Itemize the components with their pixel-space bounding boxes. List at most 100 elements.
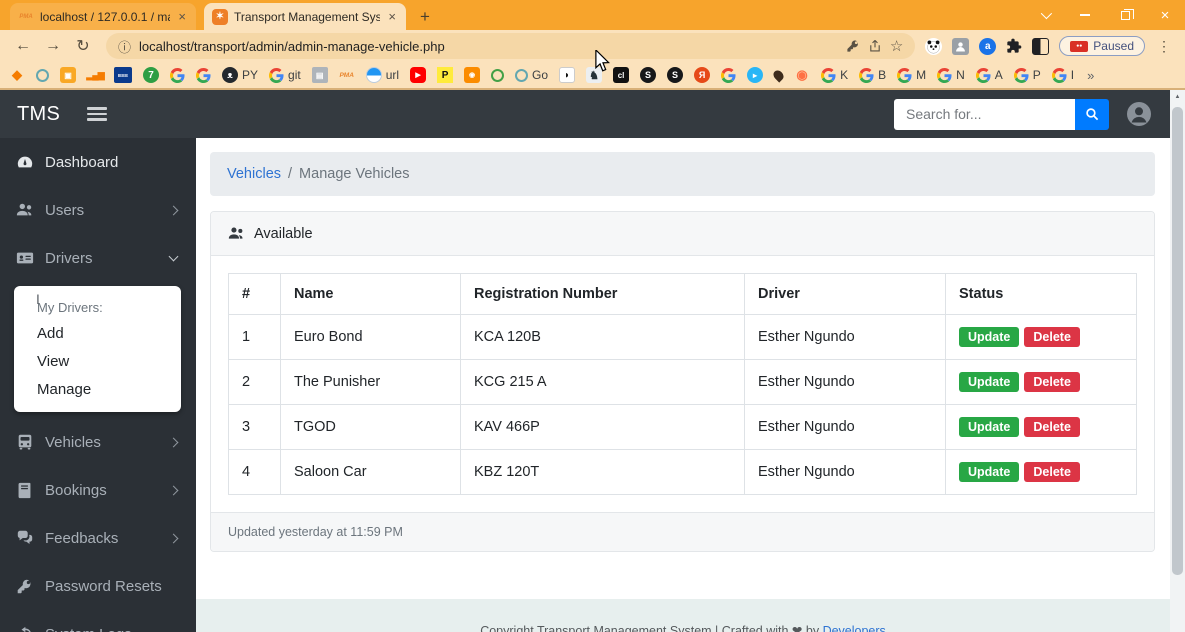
bookmark-star-icon[interactable]: ☆ <box>890 37 903 55</box>
sidebar-item-label: Dashboard <box>45 154 181 171</box>
sidebar-item-vehicles[interactable]: Vehicles <box>0 418 196 466</box>
submenu-item-add[interactable]: Add <box>14 319 181 347</box>
bookmark-bird[interactable]: ◗ <box>559 67 575 83</box>
bookmark-github-py[interactable]: ᴥPY <box>222 67 258 83</box>
bookmark-telegram[interactable]: ▸ <box>747 67 763 83</box>
bookmark-phpmyadmin[interactable]: PMA <box>339 67 355 83</box>
window-close-button[interactable]: × <box>1145 0 1185 30</box>
bookmark-camera[interactable]: ▣ <box>60 67 76 83</box>
sidebar-item-feedbacks[interactable]: Feedbacks <box>0 514 196 562</box>
user-profile-icon[interactable] <box>1126 101 1152 127</box>
sidebar-item-bookings[interactable]: Bookings <box>0 466 196 514</box>
bookmarks-overflow-icon[interactable]: » <box>1087 68 1094 83</box>
google-icon <box>821 68 836 83</box>
bookmark-green-ring[interactable] <box>491 69 504 82</box>
bookmark-google-m[interactable]: M <box>897 68 926 83</box>
cell-num: 3 <box>229 405 281 450</box>
paused-extension-pill[interactable]: ●● Paused <box>1059 36 1145 56</box>
bookmark-yandex[interactable]: Я <box>694 67 710 83</box>
tab-close-icon[interactable]: × <box>386 9 398 24</box>
window-menu-chevron-icon[interactable] <box>1025 0 1065 30</box>
page-scrollbar[interactable]: ▲ <box>1170 90 1185 632</box>
bookmark-diamond[interactable]: ◆ <box>9 67 25 83</box>
panda-extension-icon[interactable] <box>925 38 942 55</box>
a-extension-icon[interactable]: a <box>979 38 996 55</box>
key-icon[interactable] <box>846 39 860 53</box>
bookmark-google-b[interactable]: B <box>859 68 886 83</box>
submenu-item-view[interactable]: View <box>14 347 181 375</box>
update-button[interactable]: Update <box>959 462 1019 482</box>
bookmark-google-3[interactable] <box>721 68 736 83</box>
google-icon <box>937 68 952 83</box>
scrollbar-thumb[interactable] <box>1172 107 1183 575</box>
bookmark-s-1[interactable]: S <box>640 67 656 83</box>
sidebar-item-system-logs[interactable]: System Logs <box>0 610 196 632</box>
back-icon[interactable]: ← <box>10 37 36 55</box>
phpmyadmin-icon: PMA <box>339 67 355 83</box>
bookmark-ieee[interactable]: IEEE <box>114 67 132 83</box>
bookmark-p[interactable]: P <box>437 67 453 83</box>
address-bar[interactable]: ⓘ localhost/transport/admin/admin-manage… <box>106 33 915 59</box>
update-button[interactable]: Update <box>959 372 1019 392</box>
bookmark-video[interactable]: ◉ <box>464 67 480 83</box>
google-icon <box>721 68 736 83</box>
bookmark-seven[interactable]: 7 <box>143 67 159 83</box>
bookmark-go[interactable]: Go <box>515 68 548 82</box>
share-icon[interactable] <box>868 39 882 53</box>
sidebar-item-dashboard[interactable]: Dashboard <box>0 138 196 186</box>
sidebar-item-users[interactable]: Users <box>0 186 196 234</box>
bookmark-cloud-url[interactable]: url <box>366 67 399 83</box>
bookmark-google-k[interactable]: K <box>821 68 848 83</box>
update-button[interactable]: Update <box>959 327 1019 347</box>
bookmark-flame[interactable] <box>774 70 783 81</box>
bookmark-google-git[interactable]: git <box>269 68 301 83</box>
bookmark-google-a[interactable]: A <box>976 68 1003 83</box>
window-minimize-button[interactable] <box>1065 0 1105 30</box>
sidebar-item-password-resets[interactable]: Password Resets <box>0 562 196 610</box>
delete-button[interactable]: Delete <box>1024 417 1080 437</box>
bookmark-cl[interactable]: cl <box>613 67 629 83</box>
browser-menu-kebab-icon[interactable]: ⋮ <box>1157 38 1171 55</box>
tab-transport-management[interactable]: ✶ Transport Management System - × <box>204 3 406 30</box>
reload-icon[interactable]: ↻ <box>70 36 96 56</box>
sidebar-item-label: Vehicles <box>45 434 159 451</box>
bookmark-google-i[interactable]: I <box>1052 68 1074 83</box>
app-brand[interactable]: TMS <box>17 103 60 126</box>
delete-button[interactable]: Delete <box>1024 372 1080 392</box>
bookmark-youtube[interactable]: ▶ <box>410 67 426 83</box>
scrollbar-up-arrow-icon[interactable]: ▲ <box>1170 90 1185 105</box>
available-vehicles-card: Available # Name Registration Number Dri… <box>210 211 1155 552</box>
tab-close-icon[interactable]: × <box>176 9 188 24</box>
search-input[interactable] <box>894 99 1075 130</box>
bookmark-eye[interactable]: ◉ <box>794 67 810 83</box>
update-button[interactable]: Update <box>959 417 1019 437</box>
bookmark-google-1[interactable] <box>170 68 185 83</box>
bookmark-google-n[interactable]: N <box>937 68 965 83</box>
vehicles-table: # Name Registration Number Driver Status… <box>228 273 1137 495</box>
new-tab-button[interactable]: + <box>420 7 430 30</box>
sidebar-item-drivers[interactable]: Drivers <box>0 234 196 282</box>
bookmark-google-p[interactable]: P <box>1014 68 1041 83</box>
developers-link[interactable]: Developers <box>823 624 886 632</box>
delete-button[interactable]: Delete <box>1024 462 1080 482</box>
dark-reader-extension-icon[interactable] <box>1032 38 1049 55</box>
bookmark-s-2[interactable]: S <box>667 67 683 83</box>
extensions-puzzle-icon[interactable] <box>1006 38 1022 54</box>
breadcrumb-link-vehicles[interactable]: Vehicles <box>227 166 281 182</box>
sidebar-toggle-icon[interactable] <box>87 107 107 121</box>
tab-phpmyadmin[interactable]: PMA localhost / 127.0.0.1 / martdevelo × <box>10 3 196 30</box>
bookmark-teal-ring[interactable] <box>36 69 49 82</box>
site-info-icon[interactable]: ⓘ <box>118 37 131 56</box>
search-button[interactable] <box>1075 99 1109 130</box>
forward-icon[interactable]: → <box>40 37 66 55</box>
bookmark-analytics[interactable]: ▂▄▆ <box>87 67 103 83</box>
person-extension-icon[interactable] <box>952 38 969 55</box>
bookmark-printer[interactable]: ▤ <box>312 67 328 83</box>
bookmark-google-2[interactable] <box>196 68 211 83</box>
delete-button[interactable]: Delete <box>1024 327 1080 347</box>
window-restore-button[interactable] <box>1105 0 1145 30</box>
url-text[interactable]: localhost/transport/admin/admin-manage-v… <box>139 39 838 54</box>
page-footer: Copyright Transport Management System | … <box>196 599 1170 632</box>
cell-registration: KBZ 120T <box>461 450 745 495</box>
submenu-item-manage[interactable]: Manage <box>14 375 181 403</box>
